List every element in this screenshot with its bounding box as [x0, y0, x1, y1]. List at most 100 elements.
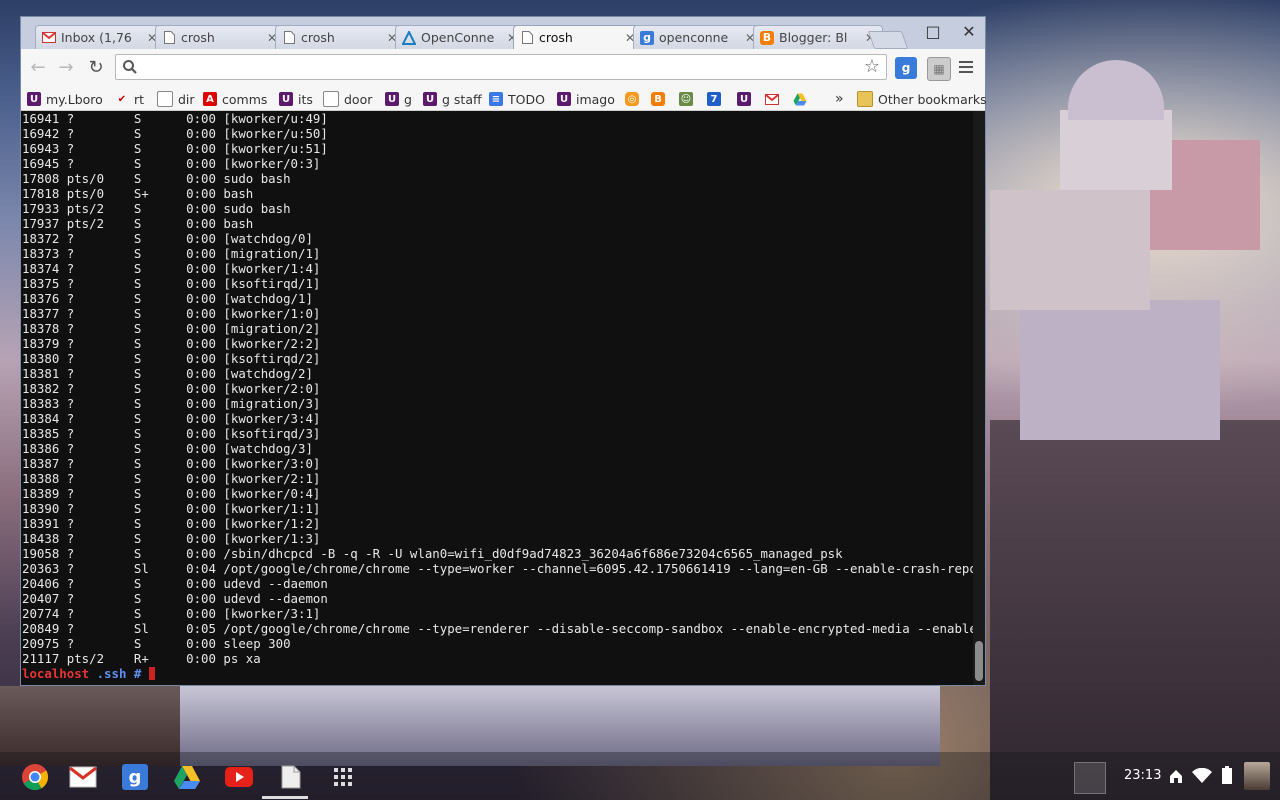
- search-icon: [123, 60, 137, 74]
- tab-inbox[interactable]: Inbox (1,76 ✕: [35, 25, 165, 49]
- files-icon[interactable]: [276, 762, 306, 792]
- bookmark-todo[interactable]: ≡ TODO: [489, 90, 545, 108]
- tray-thumbnail[interactable]: [1074, 762, 1106, 794]
- tab-label: Blogger: Bl: [779, 30, 848, 45]
- tab-label: crosh: [539, 30, 573, 45]
- gmail-icon: [765, 92, 779, 106]
- new-tab-button[interactable]: [867, 31, 909, 49]
- bookmarks-overflow-chevron[interactable]: »: [835, 90, 844, 108]
- terminal-line: 16945 ? S 0:00 [kworker/0:3]: [22, 156, 321, 171]
- wallpaper-cliff: [990, 420, 1280, 800]
- back-arrow-icon[interactable]: ←: [27, 57, 49, 79]
- screen-extension-icon[interactable]: ▦: [927, 57, 951, 81]
- blogger-icon: B: [651, 92, 665, 106]
- bookmark-g-staff[interactable]: Ug staff: [423, 90, 482, 108]
- drive-icon: [793, 92, 807, 106]
- tab-openconnect[interactable]: OpenConne ✕: [395, 25, 525, 49]
- chrome-icon[interactable]: [20, 762, 50, 792]
- gmail-icon[interactable]: [68, 762, 98, 792]
- terminal-line: 18386 ? S 0:00 [watchdog/3]: [22, 441, 313, 456]
- terminal-line: 18387 ? S 0:00 [kworker/3:0]: [22, 456, 321, 471]
- toolbar: ← → ↻ ☆ g ▦: [21, 49, 985, 87]
- lboro-icon: U: [385, 92, 399, 106]
- close-window-icon[interactable]: ✕: [957, 21, 981, 43]
- tab-crosh-active[interactable]: crosh ✕: [513, 25, 643, 49]
- tab-label: crosh: [301, 30, 335, 45]
- terminal-prompt-line[interactable]: localhost .ssh #: [21, 666, 973, 681]
- terminal-line: 18373 ? S 0:00 [migration/1]: [22, 246, 321, 261]
- terminal-line: 20407 ? S 0:00 udevd --daemon: [22, 591, 328, 606]
- omnibox[interactable]: ☆: [115, 54, 887, 80]
- bookmark-unnamed[interactable]: 7: [707, 90, 721, 108]
- terminal-line: 16942 ? S 0:00 [kworker/u:50]: [22, 126, 328, 141]
- blogger-icon: B: [760, 30, 774, 45]
- openconnect-icon: [402, 30, 416, 45]
- bookmark-star-icon[interactable]: ☆: [864, 57, 880, 77]
- maximize-icon[interactable]: □: [921, 21, 945, 43]
- bookmark-comms[interactable]: Acomms: [203, 90, 267, 108]
- bookmark-dir[interactable]: dir: [157, 90, 195, 108]
- bookmark-its[interactable]: Uits: [279, 90, 313, 108]
- checkmark-icon: ✔: [117, 93, 127, 105]
- prompt-symbol: #: [126, 666, 149, 681]
- google-search-icon[interactable]: g: [120, 762, 150, 792]
- terminal-scrollbar[interactable]: [973, 111, 985, 685]
- bookmark-unnamed[interactable]: U: [737, 90, 751, 108]
- terminal-line: 18380 ? S 0:00 [ksoftirqd/2]: [22, 351, 321, 366]
- wallpaper-house: [1020, 300, 1220, 440]
- tab-blogger[interactable]: B Blogger: Bl ✕: [753, 25, 883, 49]
- tab-crosh[interactable]: crosh ✕: [155, 25, 285, 49]
- avatar[interactable]: [1244, 762, 1270, 790]
- google-extension-icon[interactable]: g: [895, 57, 917, 79]
- wallpaper-house: [990, 190, 1150, 310]
- bookmark-door[interactable]: door: [323, 90, 372, 108]
- bookmark-unnamed[interactable]: ◎: [625, 90, 639, 108]
- menu-icon[interactable]: [959, 61, 973, 76]
- bookmark-unnamed[interactable]: ☺: [679, 90, 693, 108]
- terminal-line: 17808 pts/0 S 0:00 sudo bash: [22, 171, 291, 186]
- bookmark-unnamed[interactable]: [765, 90, 779, 108]
- wallpaper-church: [1060, 110, 1172, 190]
- page-icon: [323, 91, 339, 107]
- tab-label: OpenConne: [421, 30, 495, 45]
- terminal-line: 18438 ? S 0:00 [kworker/1:3]: [22, 531, 321, 546]
- home-icon: [1168, 768, 1184, 788]
- terminal-line: 18388 ? S 0:00 [kworker/2:1]: [22, 471, 321, 486]
- bookmark-label: my.Lboro: [46, 91, 103, 107]
- wallpaper-dome: [1068, 60, 1164, 120]
- bookmark-imago[interactable]: Uimago: [557, 90, 615, 108]
- youtube-icon[interactable]: [224, 762, 254, 792]
- terminal-line: 17933 pts/2 S 0:00 sudo bash: [22, 201, 291, 216]
- bookmark-rt[interactable]: ✔ rt: [115, 90, 144, 108]
- tab-label: openconne: [659, 30, 729, 45]
- bookmark-g[interactable]: Ug: [385, 90, 412, 108]
- bookmark-my-lboro[interactable]: Umy.Lboro: [27, 90, 103, 108]
- terminal-line: 17937 pts/2 S 0:00 bash: [22, 216, 254, 231]
- bookmark-unnamed[interactable]: B: [651, 90, 665, 108]
- app-launcher-icon[interactable]: [328, 762, 358, 792]
- other-bookmarks-folder[interactable]: Other bookmarks: [857, 90, 987, 108]
- bookmark-unnamed[interactable]: [793, 90, 807, 108]
- bookmark-label: g: [404, 91, 412, 107]
- bookmark-label: dir: [178, 91, 195, 107]
- terminal-line: 17818 pts/0 S+ 0:00 bash: [22, 186, 254, 201]
- tab-label: Inbox (1,76: [61, 30, 132, 45]
- address-input[interactable]: [142, 57, 846, 79]
- browser-window: Inbox (1,76 ✕ crosh ✕ crosh ✕ OpenConne …: [20, 16, 987, 686]
- tab-crosh[interactable]: crosh ✕: [275, 25, 405, 49]
- prompt-host: localhost: [22, 666, 90, 681]
- bookmarks-bar: Umy.Lboro ✔ rt dir Acomms Uits door Ug Ug…: [21, 87, 987, 111]
- tab-google-search[interactable]: g openconne ✕: [633, 25, 763, 49]
- terminal-line: 21117 pts/2 R+ 0:00 ps xa: [22, 651, 261, 666]
- reload-icon[interactable]: ↻: [85, 57, 107, 79]
- crosh-terminal[interactable]: 16941 ? S 0:00 [kworker/u:49] 16942 ? S 0…: [21, 111, 973, 685]
- terminal-line: 18374 ? S 0:00 [kworker/1:4]: [22, 261, 321, 276]
- drive-icon[interactable]: [172, 762, 202, 792]
- gmail-icon: [42, 31, 56, 45]
- other-bookmarks-label: Other bookmarks: [878, 91, 987, 107]
- terminal-line: 18383 ? S 0:00 [migration/3]: [22, 396, 321, 411]
- terminal-line: 18379 ? S 0:00 [kworker/2:2]: [22, 336, 321, 351]
- terminal-line: 16941 ? S 0:00 [kworker/u:49]: [22, 111, 328, 126]
- forward-arrow-icon[interactable]: →: [55, 57, 77, 79]
- scrollbar-thumb[interactable]: [975, 641, 983, 681]
